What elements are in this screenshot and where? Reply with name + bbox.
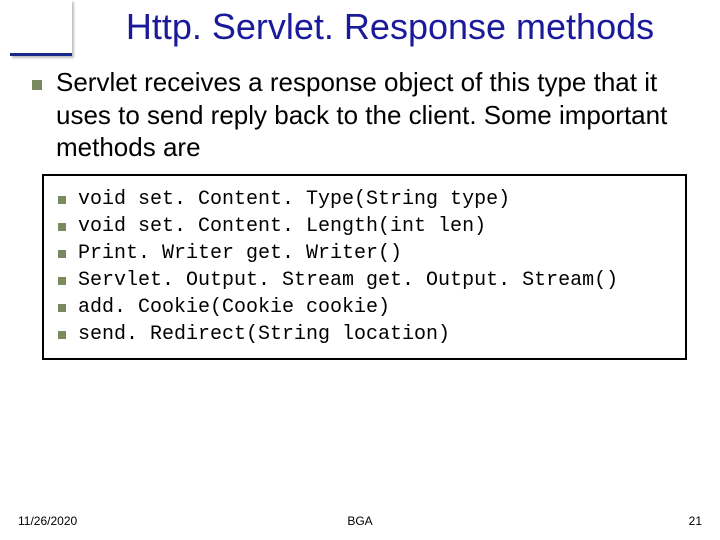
bullet-square-icon xyxy=(58,250,66,258)
slide-body: Servlet receives a response object of th… xyxy=(0,48,720,360)
method-code: Print. Writer get. Writer() xyxy=(78,242,402,265)
intro-bullet: Servlet receives a response object of th… xyxy=(32,66,688,164)
bullet-square-icon xyxy=(58,196,66,204)
title-area: Http. Servlet. Response methods xyxy=(0,0,720,48)
bullet-square-icon xyxy=(58,277,66,285)
title-underline-decoration xyxy=(10,0,72,56)
method-code: send. Redirect(String location) xyxy=(78,323,450,346)
bullet-square-icon xyxy=(32,80,42,90)
slide-title: Http. Servlet. Response methods xyxy=(18,6,702,48)
slide-footer: 11/26/2020 BGA 21 xyxy=(18,514,702,528)
method-item: send. Redirect(String location) xyxy=(58,323,671,346)
method-item: void set. Content. Length(int len) xyxy=(58,215,671,238)
method-item: void set. Content. Type(String type) xyxy=(58,188,671,211)
method-code: void set. Content. Type(String type) xyxy=(78,188,510,211)
methods-box: void set. Content. Type(String type) voi… xyxy=(42,174,687,360)
bullet-square-icon xyxy=(58,331,66,339)
method-item: Servlet. Output. Stream get. Output. Str… xyxy=(58,269,671,292)
intro-text: Servlet receives a response object of th… xyxy=(56,66,688,164)
method-code: add. Cookie(Cookie cookie) xyxy=(78,296,390,319)
footer-center: BGA xyxy=(18,514,702,528)
method-item: add. Cookie(Cookie cookie) xyxy=(58,296,671,319)
bullet-square-icon xyxy=(58,304,66,312)
method-code: void set. Content. Length(int len) xyxy=(78,215,486,238)
method-item: Print. Writer get. Writer() xyxy=(58,242,671,265)
bullet-square-icon xyxy=(58,223,66,231)
method-code: Servlet. Output. Stream get. Output. Str… xyxy=(78,269,618,292)
slide: Http. Servlet. Response methods Servlet … xyxy=(0,0,720,540)
